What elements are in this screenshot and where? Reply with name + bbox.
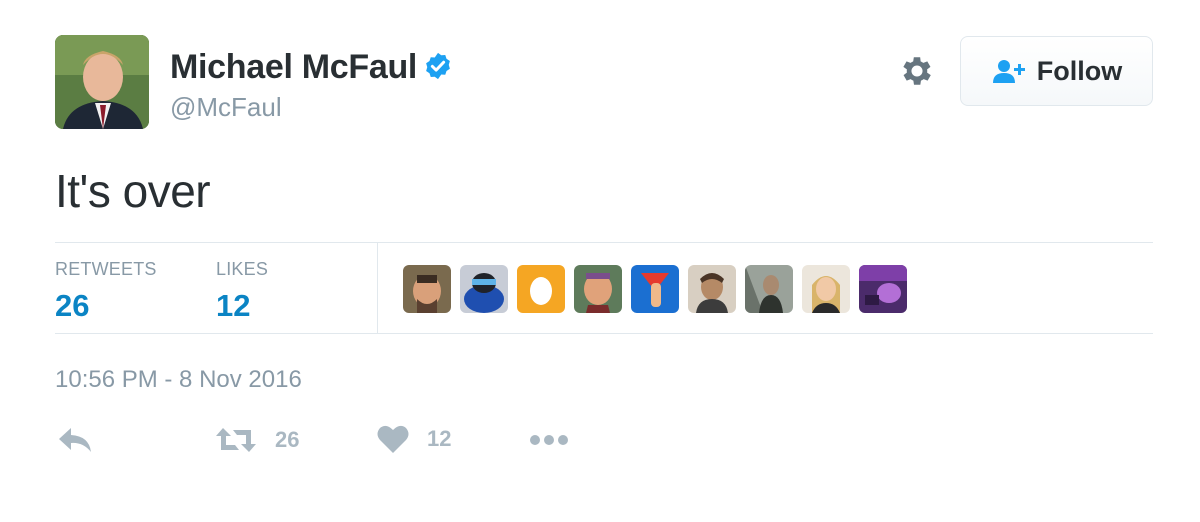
retweets-stat[interactable]: RETWEETS 26 bbox=[55, 259, 157, 324]
user-name-text: Michael McFaul bbox=[170, 48, 418, 86]
liker-avatar[interactable] bbox=[745, 265, 793, 313]
liker-avatar[interactable] bbox=[517, 265, 565, 313]
more-dots-icon bbox=[530, 435, 568, 445]
heart-icon bbox=[377, 425, 409, 453]
liker-avatar[interactable] bbox=[859, 265, 907, 313]
likes-count: 12 bbox=[216, 288, 251, 323]
likes-label: LIKES bbox=[216, 259, 269, 279]
more-options-button[interactable] bbox=[529, 424, 569, 456]
avatar-image bbox=[55, 35, 149, 129]
retweets-label: RETWEETS bbox=[55, 259, 157, 279]
tweet-timestamp[interactable]: 10:56 PM - 8 Nov 2016 bbox=[55, 366, 302, 394]
stats-vertical-divider bbox=[377, 243, 378, 333]
retweet-icon bbox=[216, 428, 256, 452]
reply-icon bbox=[59, 428, 91, 452]
stats-divider-bottom bbox=[55, 333, 1153, 334]
add-user-icon bbox=[992, 60, 1025, 83]
liker-avatar[interactable] bbox=[631, 265, 679, 313]
like-button[interactable]: 12 bbox=[377, 424, 451, 454]
stats-divider-top bbox=[55, 242, 1153, 243]
liker-avatars bbox=[403, 265, 907, 313]
like-count: 12 bbox=[427, 426, 452, 451]
liker-avatar[interactable] bbox=[403, 265, 451, 313]
follow-button[interactable]: Follow bbox=[960, 36, 1153, 106]
settings-gear-icon[interactable] bbox=[898, 52, 936, 90]
retweets-count: 26 bbox=[55, 288, 90, 323]
verified-badge-icon bbox=[426, 52, 450, 80]
user-display-name[interactable]: Michael McFaul bbox=[170, 48, 453, 87]
reply-button[interactable] bbox=[57, 424, 93, 456]
tweet-text: It's over bbox=[55, 165, 211, 217]
retweet-button[interactable]: 26 bbox=[215, 424, 299, 456]
liker-avatar[interactable] bbox=[688, 265, 736, 313]
user-handle[interactable]: @McFaul bbox=[170, 92, 282, 123]
liker-avatar[interactable] bbox=[574, 265, 622, 313]
liker-avatar[interactable] bbox=[802, 265, 850, 313]
follow-button-label: Follow bbox=[1036, 55, 1123, 86]
liker-avatar[interactable] bbox=[460, 265, 508, 313]
likes-stat[interactable]: LIKES 12 bbox=[216, 259, 268, 324]
profile-avatar[interactable] bbox=[55, 35, 149, 129]
retweet-count: 26 bbox=[275, 427, 300, 452]
